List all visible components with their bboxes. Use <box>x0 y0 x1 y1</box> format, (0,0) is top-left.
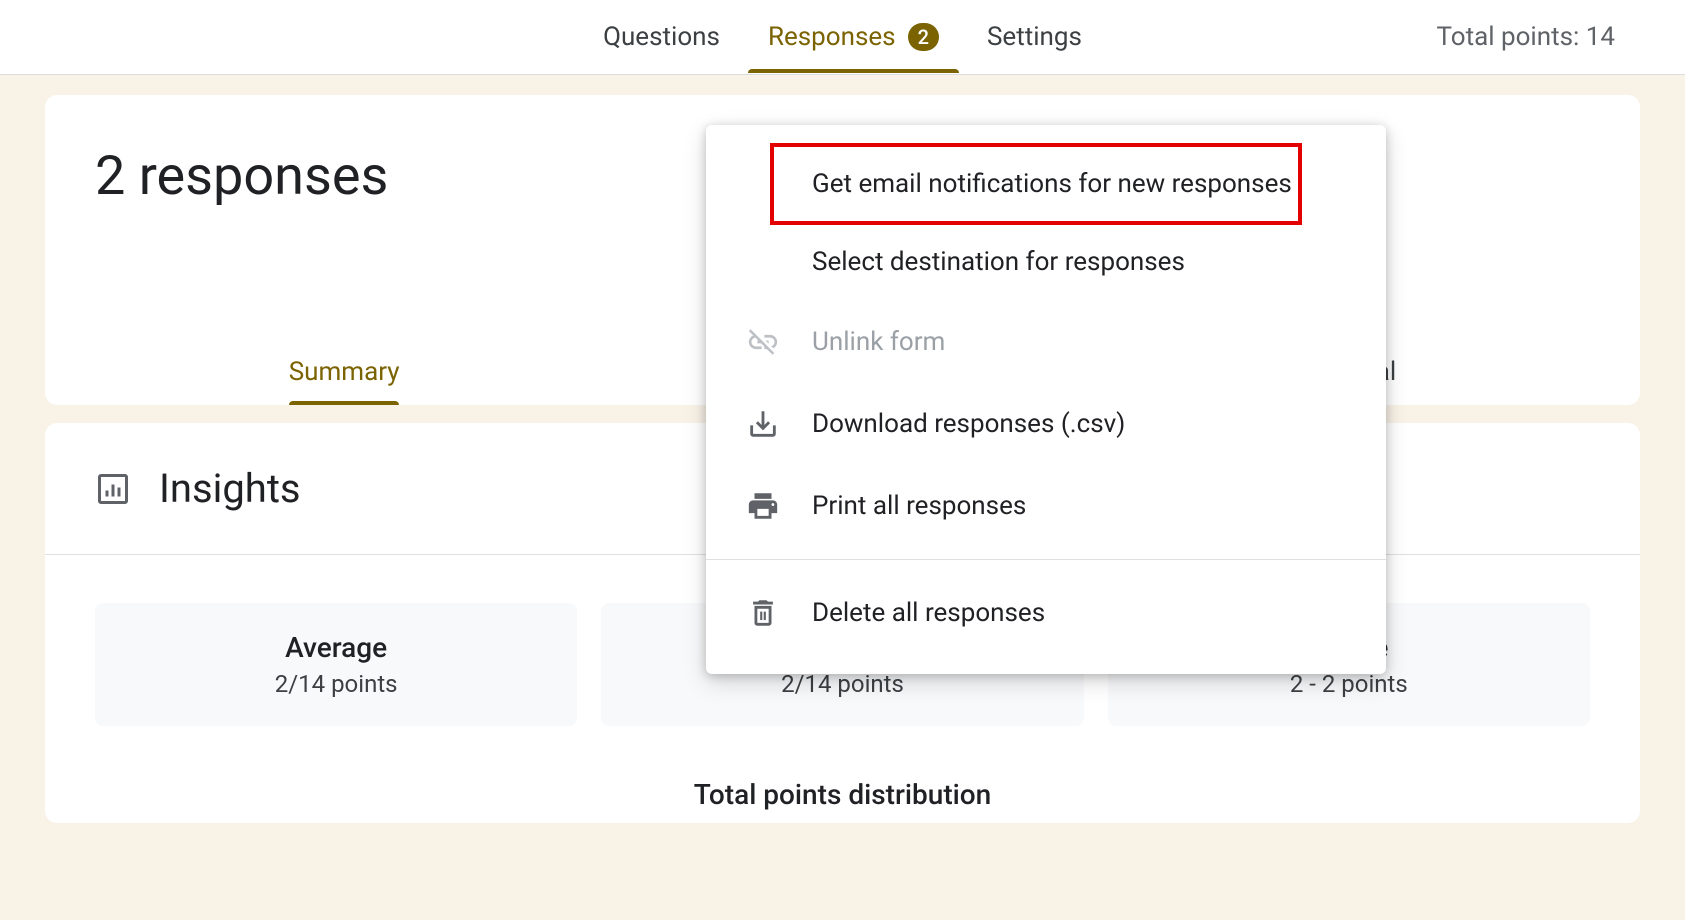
tab-questions[interactable]: Questions <box>603 2 720 72</box>
menu-divider <box>706 559 1386 560</box>
stat-median-value: 2/14 points <box>621 670 1063 698</box>
print-icon <box>746 489 780 523</box>
menu-select-destination-label: Select destination for responses <box>812 247 1185 277</box>
sub-tab-summary[interactable]: Summary <box>95 339 593 405</box>
responses-count-badge: 2 <box>908 23 939 51</box>
menu-print-all[interactable]: Print all responses <box>706 465 1386 547</box>
tab-settings-label: Settings <box>987 22 1082 52</box>
insights-title: Insights <box>159 465 301 512</box>
tab-responses[interactable]: Responses 2 <box>768 2 939 72</box>
menu-delete-all-label: Delete all responses <box>812 598 1045 628</box>
tab-questions-label: Questions <box>603 22 720 52</box>
stat-average: Average 2/14 points <box>95 603 577 726</box>
menu-unlink-form-label: Unlink form <box>812 327 945 357</box>
menu-select-destination[interactable]: Select destination for responses <box>706 223 1386 301</box>
stat-range-value: 2 - 2 points <box>1128 670 1570 698</box>
tab-responses-label: Responses <box>768 22 896 52</box>
top-tab-bar: Questions Responses 2 Settings Total poi… <box>0 0 1685 75</box>
sub-tab-summary-label: Summary <box>289 357 400 387</box>
menu-email-notifications-label: Get email notifications for new response… <box>812 169 1292 199</box>
chart-title: Total points distribution <box>45 746 1640 811</box>
tab-settings[interactable]: Settings <box>987 2 1082 72</box>
responses-options-menu: Get email notifications for new response… <box>706 125 1386 674</box>
unlink-icon <box>746 325 780 359</box>
menu-unlink-form: Unlink form <box>706 301 1386 383</box>
menu-download-csv-label: Download responses (.csv) <box>812 409 1125 439</box>
stat-average-value: 2/14 points <box>115 670 557 698</box>
insights-icon <box>95 471 131 507</box>
menu-print-all-label: Print all responses <box>812 491 1026 521</box>
tabs-center: Questions Responses 2 Settings <box>603 2 1082 72</box>
stat-average-label: Average <box>115 631 557 664</box>
menu-download-csv[interactable]: Download responses (.csv) <box>706 383 1386 465</box>
menu-email-notifications[interactable]: Get email notifications for new response… <box>706 145 1386 223</box>
menu-delete-all[interactable]: Delete all responses <box>706 572 1386 654</box>
trash-icon <box>746 596 780 630</box>
total-points-label: Total points: 14 <box>1436 22 1615 52</box>
download-icon <box>746 407 780 441</box>
